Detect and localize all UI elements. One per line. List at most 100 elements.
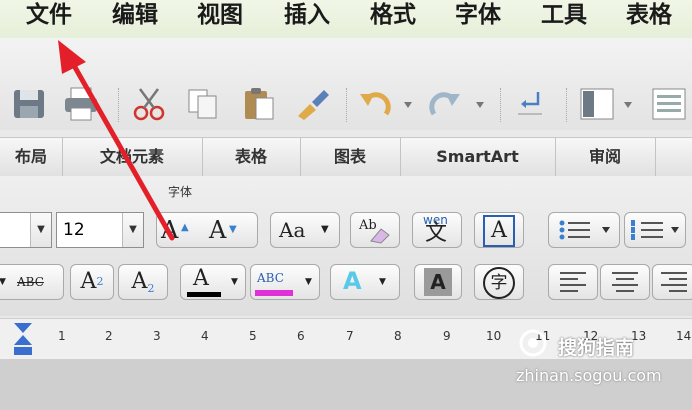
sogou-logo-icon [519, 329, 547, 357]
tab-smartart[interactable]: SmartArt [400, 138, 556, 176]
char-shading-label: A [424, 268, 452, 296]
menu-table[interactable]: 表格 [626, 0, 672, 30]
menu-edit[interactable]: 编辑 [112, 0, 158, 30]
change-case-button[interactable]: Aa ▼ [270, 212, 340, 248]
ruler-number: 2 [105, 329, 113, 343]
strikethrough-label: ABC [17, 275, 44, 289]
grow-font-button[interactable]: A [161, 213, 178, 247]
ruler-number: 10 [486, 329, 502, 343]
superscript-mark: 2 [96, 275, 104, 288]
toolbar-separator [346, 88, 347, 122]
char-border-label: A [483, 215, 515, 247]
superscript-base: A [80, 269, 97, 294]
undo-icon[interactable] [356, 86, 416, 122]
font-color-swatch [187, 292, 221, 297]
chevron-down-icon[interactable]: ▼ [30, 213, 51, 247]
phonetic-char: 文 [425, 221, 448, 246]
numbered-list-icon [631, 220, 679, 240]
align-center-icon [612, 272, 638, 292]
superscript-button[interactable]: A2 [70, 264, 114, 300]
character-shading-button[interactable]: A [414, 264, 462, 300]
ruler-number: 1 [58, 329, 66, 343]
watermark-url: zhinan.sogou.com [516, 366, 662, 385]
tab-charts[interactable]: 图表 [300, 138, 401, 176]
caret-down-icon: ▼ [229, 224, 237, 235]
font-size-value: 12 [63, 220, 85, 240]
font-size-buttons: A ▲ A ▼ [156, 212, 258, 248]
tab-tables[interactable]: 表格 [202, 138, 301, 176]
enclose-characters-button[interactable]: 字 [474, 264, 524, 300]
text-effects-button[interactable]: A ▼ [330, 264, 400, 300]
phonetic-guide-button[interactable]: wen 文 [412, 212, 462, 248]
subscript-button[interactable]: A2 [118, 264, 168, 300]
clear-formatting-button[interactable]: Ab [350, 212, 400, 248]
tab-layout[interactable]: 布局 [0, 138, 63, 176]
bullets-button[interactable] [548, 212, 620, 248]
toolbar-separator [566, 88, 567, 122]
subscript-mark: 2 [147, 282, 155, 296]
character-border-button[interactable]: A [474, 212, 524, 248]
cut-icon[interactable] [130, 86, 168, 122]
chevron-down-icon: ▼ [0, 277, 6, 287]
subscript-base: A [131, 269, 148, 294]
menu-file[interactable]: 文件 [26, 0, 72, 30]
menu-insert[interactable]: 插入 [284, 0, 330, 30]
menu-font[interactable]: 字体 [455, 0, 501, 30]
media-browser-icon[interactable] [650, 86, 688, 122]
paste-icon[interactable] [240, 86, 278, 122]
align-left-button[interactable] [548, 264, 598, 300]
insert-break-icon[interactable] [512, 86, 550, 122]
chevron-down-icon: ▼ [321, 224, 329, 235]
format-painter-icon[interactable] [294, 86, 332, 122]
chevron-down-icon[interactable]: ▼ [122, 213, 143, 247]
enclose-char-label: 字 [483, 267, 515, 299]
menu-format[interactable]: 格式 [370, 0, 416, 30]
redo-icon[interactable] [426, 86, 490, 122]
change-case-label: Aa [279, 218, 306, 242]
print-icon[interactable] [62, 86, 100, 122]
sidebar-view-icon[interactable] [578, 86, 640, 122]
toolbar-separator [118, 88, 119, 122]
ruler-number: 3 [153, 329, 161, 343]
align-right-icon [661, 272, 687, 292]
eraser-icon: Ab [358, 218, 390, 244]
ruler-number: 7 [346, 329, 354, 343]
indent-marker-icon[interactable] [10, 321, 36, 357]
chevron-down-icon: ▼ [379, 277, 386, 287]
caret-up-icon: ▲ [181, 222, 189, 233]
chevron-down-icon: ▼ [231, 277, 238, 287]
numbering-button[interactable] [624, 212, 686, 248]
bullet-list-icon [559, 220, 610, 240]
text-effects-label: A [343, 267, 362, 295]
highlight-swatch [255, 290, 293, 296]
ruler-number: 14 [676, 329, 692, 343]
tab-review[interactable]: 审阅 [555, 138, 656, 176]
font-name-combo[interactable]: ▼ [0, 212, 52, 248]
strikethrough-button[interactable]: ABC ▼ [0, 264, 64, 300]
toolbar-separator [500, 88, 501, 122]
group-label-font: 字体 [167, 185, 192, 199]
font-size-combo[interactable]: 12 ▼ [56, 212, 144, 248]
font-color-label: A [193, 266, 209, 291]
menu-bar: 文件 编辑 视图 插入 格式 字体 工具 表格 [0, 0, 692, 39]
shrink-font-button[interactable]: A [209, 213, 226, 247]
ruler-number: 9 [443, 329, 451, 343]
font-color-button[interactable]: A ▼ [180, 264, 246, 300]
align-left-icon [560, 272, 586, 292]
ruler-number: 6 [297, 329, 305, 343]
copy-icon[interactable] [184, 86, 222, 122]
ribbon-tabs: 布局 文档元素 表格 图表 SmartArt 审阅 [0, 137, 692, 177]
save-icon[interactable] [10, 86, 48, 122]
tab-document-elements[interactable]: 文档元素 [62, 138, 203, 176]
chevron-down-icon: ▼ [305, 277, 312, 287]
ruler-number: 4 [201, 329, 209, 343]
ruler-number: 8 [394, 329, 402, 343]
watermark-brand: 搜狗指南 [558, 337, 635, 359]
svg-text:Ab: Ab [358, 218, 377, 233]
highlight-button[interactable]: ABC ▼ [250, 264, 320, 300]
align-center-button[interactable] [600, 264, 650, 300]
menu-tools[interactable]: 工具 [541, 0, 587, 30]
align-right-button[interactable] [652, 264, 692, 300]
menu-view[interactable]: 视图 [197, 0, 243, 30]
ruler-number: 5 [249, 329, 257, 343]
